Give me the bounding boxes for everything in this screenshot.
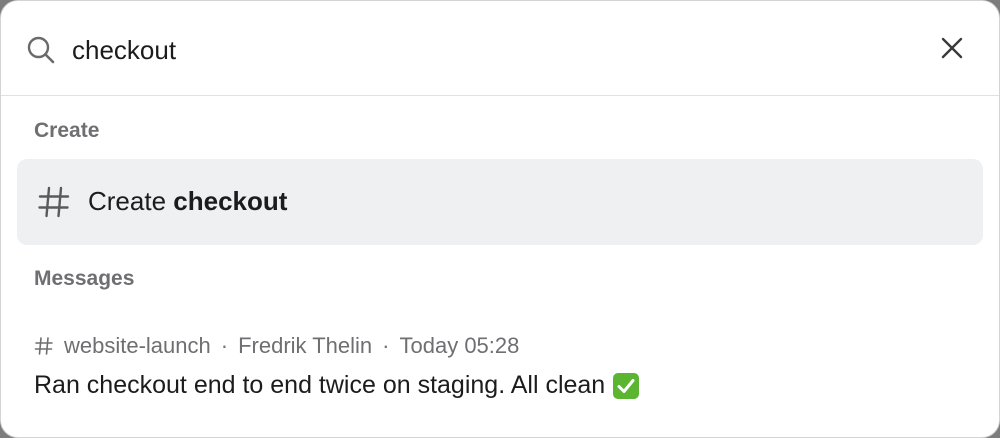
message-text: Ran checkout end to end twice on staging…: [34, 371, 640, 400]
create-channel-option[interactable]: Create checkout: [17, 159, 983, 245]
search-input[interactable]: [72, 31, 912, 69]
meta-separator: ·: [382, 333, 390, 358]
message-result[interactable]: website-launch · Fredrik Thelin · Today …: [1, 321, 999, 421]
close-icon: [941, 37, 963, 64]
close-button[interactable]: [933, 31, 971, 69]
section-label-messages: Messages: [34, 267, 135, 290]
message-author: Fredrik Thelin: [238, 333, 373, 358]
channel-hash-icon: [34, 336, 54, 356]
section-label-create: Create: [34, 119, 100, 142]
white-check-mark-icon: [613, 372, 640, 399]
create-prefix: Create: [88, 186, 167, 216]
hash-icon: [37, 185, 71, 219]
create-term: checkout: [173, 186, 288, 216]
search-icon: [26, 35, 56, 65]
create-option-label: Create checkout: [88, 186, 287, 217]
channel-name: website-launch: [64, 333, 211, 358]
meta-separator: ·: [220, 333, 229, 358]
message-timestamp: Today 05:28: [399, 333, 520, 358]
message-body: Ran checkout end to end twice on staging…: [34, 371, 606, 399]
message-meta: website-launch · Fredrik Thelin · Today …: [34, 333, 519, 359]
search-dialog: Create Create checkout Messages web: [0, 0, 1000, 438]
search-bar: [1, 1, 999, 96]
